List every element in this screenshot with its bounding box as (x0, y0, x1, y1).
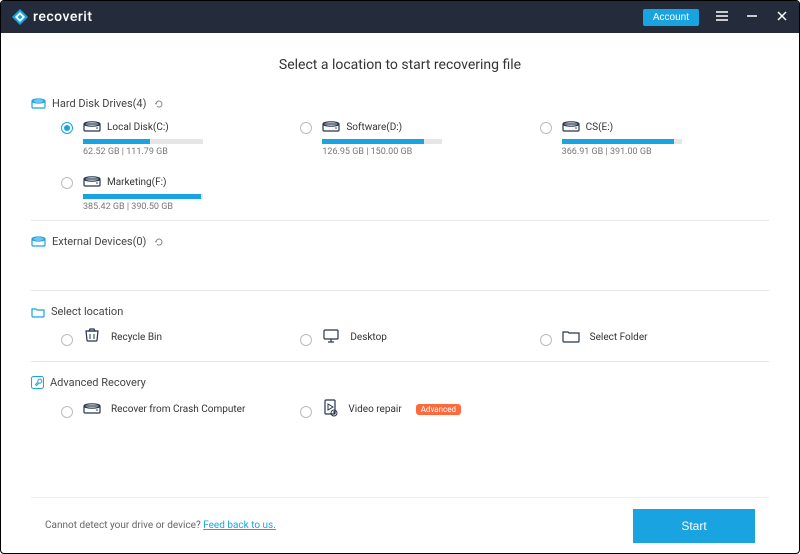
usage-bar (83, 194, 203, 199)
feedback-link[interactable]: Feed back to us. (203, 520, 276, 531)
section-select-location: Select location (31, 305, 769, 318)
drive-icon (83, 175, 101, 190)
minimize-icon[interactable] (745, 10, 759, 25)
drive-label: CS(E:) (586, 122, 613, 133)
usage-bar (322, 139, 442, 144)
advanced-badge: Advanced (416, 404, 461, 415)
section-select-location-label: Select location (51, 305, 123, 318)
hard-disk-icon (31, 98, 46, 110)
radio[interactable] (61, 406, 73, 418)
radio[interactable] (300, 122, 312, 134)
drive-size: 385.42 GB | 390.50 GB (83, 202, 280, 212)
usage-bar (562, 139, 682, 144)
radio[interactable] (540, 334, 552, 346)
radio[interactable] (61, 334, 73, 346)
radio[interactable] (300, 406, 312, 418)
menu-icon[interactable] (715, 10, 729, 25)
footer: Cannot detect your drive or device? Feed… (31, 497, 769, 553)
external-device-icon (31, 236, 46, 248)
account-button[interactable]: Account (643, 9, 699, 26)
section-external-label: External Devices(0) (52, 235, 146, 248)
drive-icon (83, 120, 101, 135)
location-item[interactable]: Recycle Bin (61, 328, 290, 347)
advanced-item[interactable]: Recover from Crash Computer (61, 399, 290, 420)
refresh-icon[interactable] (154, 99, 164, 109)
refresh-icon[interactable] (154, 237, 164, 247)
section-hard-disk-drives: Hard Disk Drives(4) (31, 97, 769, 110)
start-button[interactable]: Start (633, 509, 755, 543)
location-label: Select Folder (590, 332, 648, 343)
location-label: Desktop (350, 332, 387, 343)
section-external-devices: External Devices(0) (31, 235, 769, 248)
drive-label: Local Disk(C:) (107, 122, 169, 133)
location-icon (83, 328, 101, 347)
advanced-item[interactable]: Video repair Advanced (300, 399, 529, 420)
window-controls (715, 10, 789, 25)
drive-label: Software(D:) (346, 122, 402, 133)
advanced-icon (322, 399, 338, 420)
drive-icon (322, 120, 340, 135)
location-item[interactable]: Desktop (300, 328, 529, 347)
drive-size: 126.95 GB | 150.00 GB (322, 147, 519, 157)
drive-item[interactable]: Software(D:) 126.95 GB | 150.00 GB (300, 120, 529, 157)
wrench-icon (31, 376, 44, 389)
title-bar: recoverit Account (1, 1, 799, 33)
advanced-label: Recover from Crash Computer (111, 404, 245, 415)
app-logo: recoverit (11, 8, 93, 26)
close-icon[interactable] (775, 10, 789, 25)
drive-item[interactable]: Local Disk(C:) 62.52 GB | 111.79 GB (61, 120, 290, 157)
location-icon (322, 328, 340, 347)
drive-size: 366.91 GB | 391.00 GB (562, 147, 759, 157)
drive-label: Marketing(F:) (107, 177, 167, 188)
folder-section-icon (31, 306, 45, 318)
drive-item[interactable]: Marketing(F:) 385.42 GB | 390.50 GB (61, 175, 290, 212)
location-label: Recycle Bin (111, 332, 162, 343)
advanced-icon (83, 402, 101, 417)
logo-icon (11, 8, 29, 26)
footer-text: Cannot detect your drive or device? (45, 520, 203, 531)
radio[interactable] (540, 122, 552, 134)
radio[interactable] (61, 122, 73, 134)
app-name: recoverit (33, 9, 93, 25)
advanced-label: Video repair (348, 404, 401, 415)
drive-icon (562, 120, 580, 135)
drive-size: 62.52 GB | 111.79 GB (83, 147, 280, 157)
location-icon (562, 329, 580, 346)
radio[interactable] (300, 334, 312, 346)
section-advanced-label: Advanced Recovery (50, 376, 146, 389)
drive-item[interactable]: CS(E:) 366.91 GB | 391.00 GB (540, 120, 769, 157)
section-hard-disk-label: Hard Disk Drives(4) (52, 97, 146, 110)
section-advanced-recovery: Advanced Recovery (31, 376, 769, 389)
page-title: Select a location to start recovering fi… (31, 57, 769, 73)
radio[interactable] (61, 177, 73, 189)
location-item[interactable]: Select Folder (540, 328, 769, 347)
usage-bar (83, 139, 203, 144)
